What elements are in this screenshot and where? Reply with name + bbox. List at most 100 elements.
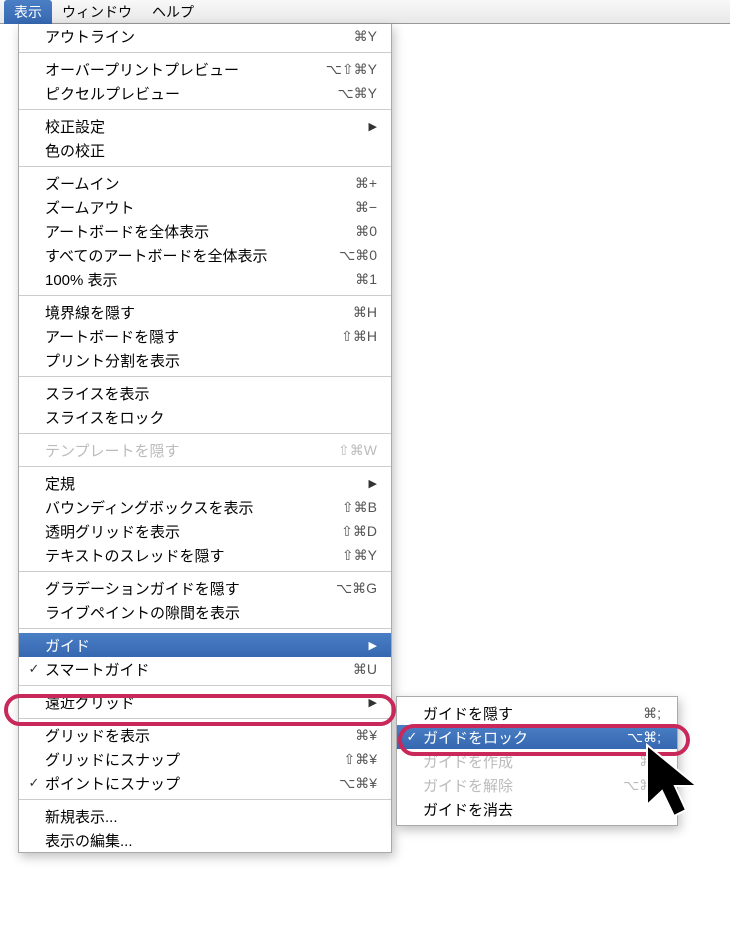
menu-shortcut: ⌥⇧⌘Y xyxy=(321,61,377,78)
check-icon: ✓ xyxy=(25,775,43,791)
menu-show-tgrid[interactable]: 透明グリッドを表示 ⇧⌘D xyxy=(19,519,391,543)
menu-snap-grid[interactable]: グリッドにスナップ ⇧⌘¥ xyxy=(19,747,391,771)
menu-guides[interactable]: ガイド ▶ xyxy=(19,633,391,657)
menu-label: グラデーションガイドを隠す xyxy=(43,578,321,599)
menu-perspective-grid[interactable]: 遠近グリッド ▶ xyxy=(19,690,391,714)
menu-label: オーバープリントプレビュー xyxy=(43,59,321,80)
menu-label: テキストのスレッドを隠す xyxy=(43,545,321,566)
menu-label: ピクセルプレビュー xyxy=(43,83,321,104)
menu-label: ガイドを作成 xyxy=(421,751,605,772)
menu-separator xyxy=(19,295,391,296)
menu-overprint-preview[interactable]: オーバープリントプレビュー ⌥⇧⌘Y xyxy=(19,57,391,81)
menu-label: スマートガイド xyxy=(43,659,321,680)
menu-shortcut: ⌘Y xyxy=(321,28,377,45)
submenu-arrow-icon: ▶ xyxy=(369,696,377,709)
menu-label: 新規表示... xyxy=(43,806,377,827)
menubar: 表示 ウィンドウ ヘルプ xyxy=(0,0,730,24)
menu-label: 校正設定 xyxy=(43,116,363,137)
menu-show-print-tiling[interactable]: プリント分割を表示 xyxy=(19,348,391,372)
menu-label: 100% 表示 xyxy=(43,269,321,290)
submenu-hide-guides[interactable]: ガイドを隠す ⌘; xyxy=(397,701,677,725)
menu-label: 遠近グリッド xyxy=(43,692,363,713)
menu-shortcut: ⇧⌘W xyxy=(321,442,377,459)
menu-label: アートボードを隠す xyxy=(43,326,321,347)
menu-label: ガイドをロック xyxy=(421,727,605,748)
menu-label: ズームアウト xyxy=(43,197,321,218)
menu-shortcut: ⌘; xyxy=(605,705,661,722)
guides-submenu: ガイドを隠す ⌘; ✓ ガイドをロック ⌥⌘; ガイドを作成 ⌘5 ガイドを解除… xyxy=(396,696,678,826)
menu-zoom-out[interactable]: ズームアウト ⌘− xyxy=(19,195,391,219)
menu-fit-artboard[interactable]: アートボードを全体表示 ⌘0 xyxy=(19,219,391,243)
menu-separator xyxy=(19,109,391,110)
menu-shortcut: ⌘0 xyxy=(321,223,377,240)
menu-fit-all[interactable]: すべてのアートボードを全体表示 ⌥⌘0 xyxy=(19,243,391,267)
menu-separator xyxy=(19,571,391,572)
menu-label: すべてのアートボードを全体表示 xyxy=(43,245,321,266)
menu-label: グリッドを表示 xyxy=(43,725,321,746)
menu-shortcut: ⌥⌘5 xyxy=(605,777,661,794)
menu-label: テンプレートを隠す xyxy=(43,440,321,461)
menu-separator xyxy=(19,799,391,800)
menu-shortcut: ⇧⌘¥ xyxy=(321,751,377,768)
menubar-view[interactable]: 表示 xyxy=(4,0,52,24)
menu-proof-colors[interactable]: 色の校正 xyxy=(19,138,391,162)
menu-actual-size[interactable]: 100% 表示 ⌘1 xyxy=(19,267,391,291)
menu-shortcut: ⇧⌘D xyxy=(321,523,377,540)
view-menu-dropdown: アウトライン ⌘Y オーバープリントプレビュー ⌥⇧⌘Y ピクセルプレビュー ⌥… xyxy=(18,24,392,853)
submenu-lock-guides[interactable]: ✓ ガイドをロック ⌥⌘; xyxy=(397,725,677,749)
menu-separator xyxy=(19,433,391,434)
menu-pixel-preview[interactable]: ピクセルプレビュー ⌥⌘Y xyxy=(19,81,391,105)
menu-label: ガイドを消去 xyxy=(421,799,661,820)
menu-hide-gradient-guide[interactable]: グラデーションガイドを隠す ⌥⌘G xyxy=(19,576,391,600)
menu-show-bbox[interactable]: バウンディングボックスを表示 ⇧⌘B xyxy=(19,495,391,519)
menu-separator xyxy=(19,166,391,167)
menu-hide-edges[interactable]: 境界線を隠す ⌘H xyxy=(19,300,391,324)
menu-label: アートボードを全体表示 xyxy=(43,221,321,242)
menu-lock-slices[interactable]: スライスをロック xyxy=(19,405,391,429)
check-icon: ✓ xyxy=(25,661,43,677)
menu-shortcut: ⌘1 xyxy=(321,271,377,288)
menu-new-view[interactable]: 新規表示... xyxy=(19,804,391,828)
menu-label: ポイントにスナップ xyxy=(43,773,321,794)
menu-shortcut: ⌥⌘0 xyxy=(321,247,377,264)
menu-show-slices[interactable]: スライスを表示 xyxy=(19,381,391,405)
submenu-clear-guides[interactable]: ガイドを消去 xyxy=(397,797,677,821)
menu-show-grid[interactable]: グリッドを表示 ⌘¥ xyxy=(19,723,391,747)
menu-label: ライブペイントの隙間を表示 xyxy=(43,602,377,623)
menu-hide-text-threads[interactable]: テキストのスレッドを隠す ⇧⌘Y xyxy=(19,543,391,567)
menu-show-livepaint-gaps[interactable]: ライブペイントの隙間を表示 xyxy=(19,600,391,624)
menu-shortcut: ⌥⌘¥ xyxy=(321,775,377,792)
submenu-release-guides: ガイドを解除 ⌥⌘5 xyxy=(397,773,677,797)
menu-label: スライスをロック xyxy=(43,407,377,428)
submenu-arrow-icon: ▶ xyxy=(369,639,377,652)
menu-outline[interactable]: アウトライン ⌘Y xyxy=(19,24,391,48)
menu-zoom-in[interactable]: ズームイン ⌘+ xyxy=(19,171,391,195)
menubar-window[interactable]: ウィンドウ xyxy=(52,0,142,24)
menu-separator xyxy=(19,628,391,629)
menu-proof-setup[interactable]: 校正設定 ▶ xyxy=(19,114,391,138)
menu-hide-artboards[interactable]: アートボードを隠す ⇧⌘H xyxy=(19,324,391,348)
menu-shortcut: ⌘− xyxy=(321,199,377,216)
menu-label: ズームイン xyxy=(43,173,321,194)
menu-label: アウトライン xyxy=(43,26,321,47)
menu-shortcut: ⌘+ xyxy=(321,175,377,192)
menu-label: ガイド xyxy=(43,635,363,656)
menu-label: スライスを表示 xyxy=(43,383,377,404)
menu-separator xyxy=(19,376,391,377)
menubar-help[interactable]: ヘルプ xyxy=(142,0,204,24)
menu-label: 透明グリッドを表示 xyxy=(43,521,321,542)
menu-edit-views[interactable]: 表示の編集... xyxy=(19,828,391,852)
menu-label: プリント分割を表示 xyxy=(43,350,377,371)
menu-shortcut: ⇧⌘H xyxy=(321,328,377,345)
menu-snap-point[interactable]: ✓ ポイントにスナップ ⌥⌘¥ xyxy=(19,771,391,795)
menu-label: バウンディングボックスを表示 xyxy=(43,497,321,518)
menu-shortcut: ⌥⌘G xyxy=(321,580,377,597)
menu-smart-guides[interactable]: ✓ スマートガイド ⌘U xyxy=(19,657,391,681)
menu-label: グリッドにスナップ xyxy=(43,749,321,770)
menu-shortcut: ⇧⌘B xyxy=(321,499,377,516)
submenu-arrow-icon: ▶ xyxy=(369,477,377,490)
menu-separator xyxy=(19,718,391,719)
menu-shortcut: ⌥⌘Y xyxy=(321,85,377,102)
menu-shortcut: ⌥⌘; xyxy=(605,729,661,746)
menu-rulers[interactable]: 定規 ▶ xyxy=(19,471,391,495)
